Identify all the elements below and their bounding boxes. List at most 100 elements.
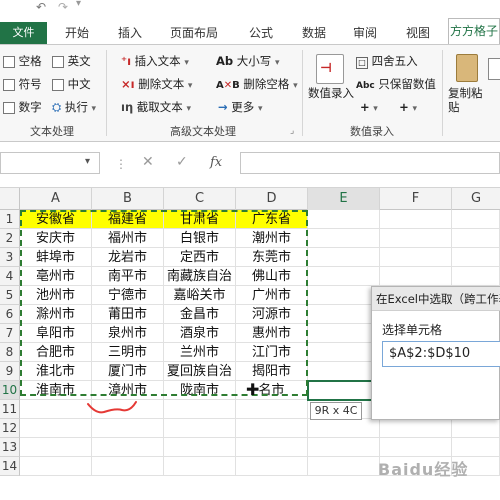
- round-button[interactable]: □ 四舍五入: [356, 53, 418, 69]
- row-header[interactable]: 5: [0, 286, 20, 305]
- column-header-d[interactable]: D: [236, 188, 308, 210]
- column-header-e[interactable]: E: [308, 188, 380, 210]
- table-cell[interactable]: [20, 438, 92, 457]
- row-header[interactable]: 13: [0, 438, 20, 457]
- clipboard-icon[interactable]: [456, 54, 478, 82]
- table-cell[interactable]: [92, 419, 164, 438]
- table-cell[interactable]: [308, 248, 380, 267]
- insert-function-icon[interactable]: fx: [210, 155, 222, 170]
- formula-input[interactable]: [240, 152, 500, 174]
- row-header[interactable]: 7: [0, 324, 20, 343]
- table-cell[interactable]: [236, 457, 308, 476]
- checkbox-chinese-box[interactable]: [52, 78, 64, 91]
- table-cell[interactable]: [308, 267, 380, 286]
- table-cell[interactable]: [92, 438, 164, 457]
- table-cell[interactable]: [308, 286, 380, 305]
- enter-icon[interactable]: ✓: [176, 154, 188, 170]
- table-cell[interactable]: [308, 229, 380, 248]
- tab-formulas[interactable]: 公式: [239, 22, 283, 44]
- tab-fangfang-gezi[interactable]: 方方格子: [448, 18, 500, 44]
- tab-file[interactable]: 文件: [0, 22, 47, 44]
- table-cell[interactable]: [20, 400, 92, 419]
- checkbox-number[interactable]: 数字: [3, 99, 42, 115]
- extract-text-button[interactable]: ıη 截取文本 ▾: [121, 99, 191, 117]
- table-cell[interactable]: [308, 419, 380, 438]
- table-cell[interactable]: [380, 267, 452, 286]
- tab-home[interactable]: 开始: [55, 22, 99, 44]
- table-cell[interactable]: [164, 419, 236, 438]
- checkbox-english-box[interactable]: [52, 55, 64, 68]
- case-button[interactable]: Ab 大小写 ▾: [216, 53, 279, 71]
- cancel-icon[interactable]: ✕: [142, 154, 154, 170]
- table-cell[interactable]: [452, 419, 500, 438]
- row-header[interactable]: 12: [0, 419, 20, 438]
- number-entry-button[interactable]: 数值录入: [308, 86, 354, 100]
- table-cell[interactable]: [452, 210, 500, 229]
- table-cell[interactable]: [308, 438, 380, 457]
- table-cell[interactable]: [20, 457, 92, 476]
- table-cell[interactable]: [308, 362, 380, 381]
- row-header[interactable]: 1: [0, 210, 20, 229]
- tab-review[interactable]: 审阅: [343, 22, 387, 44]
- row-header[interactable]: 2: [0, 229, 20, 248]
- row-header[interactable]: 10: [0, 381, 20, 400]
- table-cell[interactable]: [452, 248, 500, 267]
- table-cell[interactable]: [452, 229, 500, 248]
- tab-data[interactable]: 数据: [292, 22, 336, 44]
- table-cell[interactable]: [164, 438, 236, 457]
- checkbox-english[interactable]: 英文: [52, 53, 91, 69]
- tab-insert[interactable]: 插入: [108, 22, 152, 44]
- table-cell[interactable]: [308, 210, 380, 229]
- row-header[interactable]: 4: [0, 267, 20, 286]
- table-cell[interactable]: [452, 267, 500, 286]
- table-cell[interactable]: [92, 457, 164, 476]
- checkbox-symbol[interactable]: 符号: [3, 76, 42, 92]
- copy-paste-button[interactable]: 复制粘贴: [448, 86, 488, 114]
- sign-button[interactable]: + ▾ + ▾: [360, 99, 417, 117]
- table-cell[interactable]: [164, 400, 236, 419]
- checkbox-chinese[interactable]: 中文: [52, 76, 91, 92]
- range-input[interactable]: $A$2:$D$10: [382, 341, 500, 367]
- tab-page-layout[interactable]: 页面布局: [163, 22, 225, 44]
- column-header-f[interactable]: F: [380, 188, 452, 210]
- table-cell[interactable]: [236, 400, 308, 419]
- row-header[interactable]: 8: [0, 343, 20, 362]
- number-entry-icon[interactable]: ⊣: [316, 54, 344, 84]
- tab-view[interactable]: 视图: [396, 22, 440, 44]
- row-header[interactable]: 14: [0, 457, 20, 476]
- execute-button[interactable]: ⛭ 执行 ▾: [52, 99, 96, 117]
- select-all-corner[interactable]: [0, 188, 20, 210]
- table-cell[interactable]: [380, 210, 452, 229]
- table-cell[interactable]: [308, 343, 380, 362]
- chevron-down-icon[interactable]: ▾: [76, 0, 81, 9]
- table-cell[interactable]: [380, 419, 452, 438]
- more-button[interactable]: → 更多 ▾: [218, 99, 262, 117]
- dialog-title[interactable]: 在Excel中选取（跨工作表: [372, 287, 500, 311]
- undo-icon[interactable]: ↶: [36, 0, 46, 14]
- table-cell[interactable]: [308, 324, 380, 343]
- column-header-c[interactable]: C: [164, 188, 236, 210]
- formula-bar-grip[interactable]: ⋮: [115, 157, 127, 171]
- row-header[interactable]: 11: [0, 400, 20, 419]
- checkbox-number-box[interactable]: [3, 101, 15, 114]
- table-cell[interactable]: [20, 419, 92, 438]
- document-icon[interactable]: [488, 58, 500, 80]
- keep-value-button[interactable]: Abc 只保留数值: [356, 76, 436, 94]
- column-header-b[interactable]: B: [92, 188, 164, 210]
- checkbox-space-box[interactable]: [3, 55, 15, 68]
- column-header-g[interactable]: G: [452, 188, 500, 210]
- chevron-down-icon[interactable]: ▾: [85, 156, 90, 167]
- table-cell[interactable]: [308, 305, 380, 324]
- dialog-launcher-icon[interactable]: ⌟: [290, 126, 294, 136]
- table-cell[interactable]: [380, 229, 452, 248]
- row-header[interactable]: 9: [0, 362, 20, 381]
- table-cell[interactable]: [308, 457, 380, 476]
- delete-text-button[interactable]: ×ı 删除文本 ▾: [121, 76, 192, 94]
- table-cell[interactable]: [236, 438, 308, 457]
- table-cell[interactable]: [236, 419, 308, 438]
- row-header[interactable]: 3: [0, 248, 20, 267]
- delete-space-button[interactable]: A✕B 删除空格 ▾: [216, 76, 298, 94]
- checkbox-space[interactable]: 空格: [3, 53, 42, 69]
- table-cell[interactable]: [380, 248, 452, 267]
- table-cell[interactable]: [164, 457, 236, 476]
